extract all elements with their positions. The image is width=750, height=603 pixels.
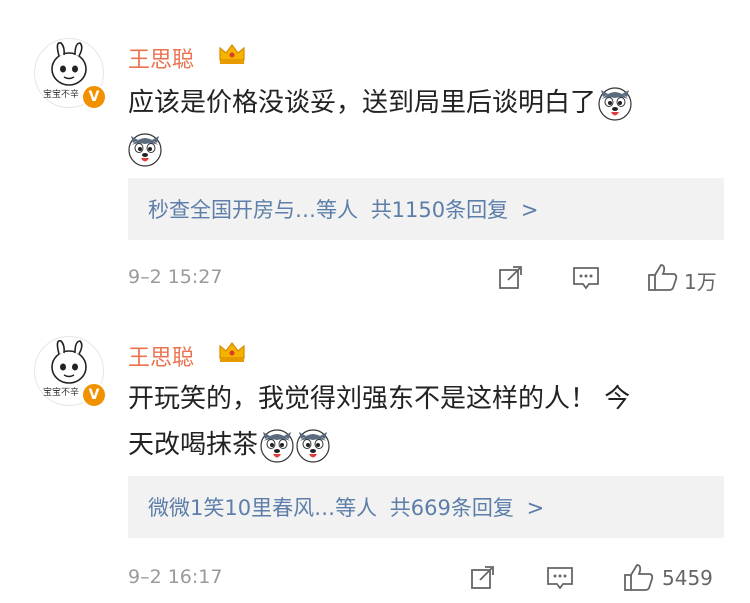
comment-text-line: 天改喝抹茶	[128, 430, 259, 460]
comment-icon[interactable]	[546, 564, 574, 590]
husky-emoji-icon	[260, 428, 294, 463]
reply-users: 微微1笑10里春风…等人	[148, 496, 378, 520]
thumbs-up-icon[interactable]	[622, 562, 654, 592]
reply-summary-text: 微微1笑10里春风…等人 共669条回复 >	[148, 492, 544, 522]
chevron-right-icon: >	[526, 496, 545, 520]
avatar[interactable]: 宝宝不辛 V	[34, 336, 107, 408]
comment-text: 开玩笑的，我觉得刘强东不是这样的人！ 今 天改喝抹茶	[128, 376, 718, 468]
husky-emoji-icon	[296, 428, 330, 463]
avatar-caption: 宝宝不辛	[43, 388, 80, 398]
reply-count: 共669条回复	[389, 496, 514, 520]
reply-summary[interactable]: 微微1笑10里春风…等人 共669条回复 >	[128, 476, 724, 538]
like-count: 5459	[662, 566, 713, 590]
timestamp: 9–2 16:17	[128, 566, 223, 588]
share-icon[interactable]	[470, 564, 496, 590]
comment-item: 宝宝不辛 V 王思聪 开玩笑的，我觉得刘强东不是这样的人！ 今 天改喝抹茶 微微…	[0, 0, 750, 603]
crown-icon	[219, 342, 245, 363]
verified-badge-icon: V	[81, 382, 107, 408]
comment-text-line: 开玩笑的，我觉得刘强东不是这样的人！ 今	[128, 384, 631, 414]
username[interactable]: 王思聪	[128, 340, 194, 372]
